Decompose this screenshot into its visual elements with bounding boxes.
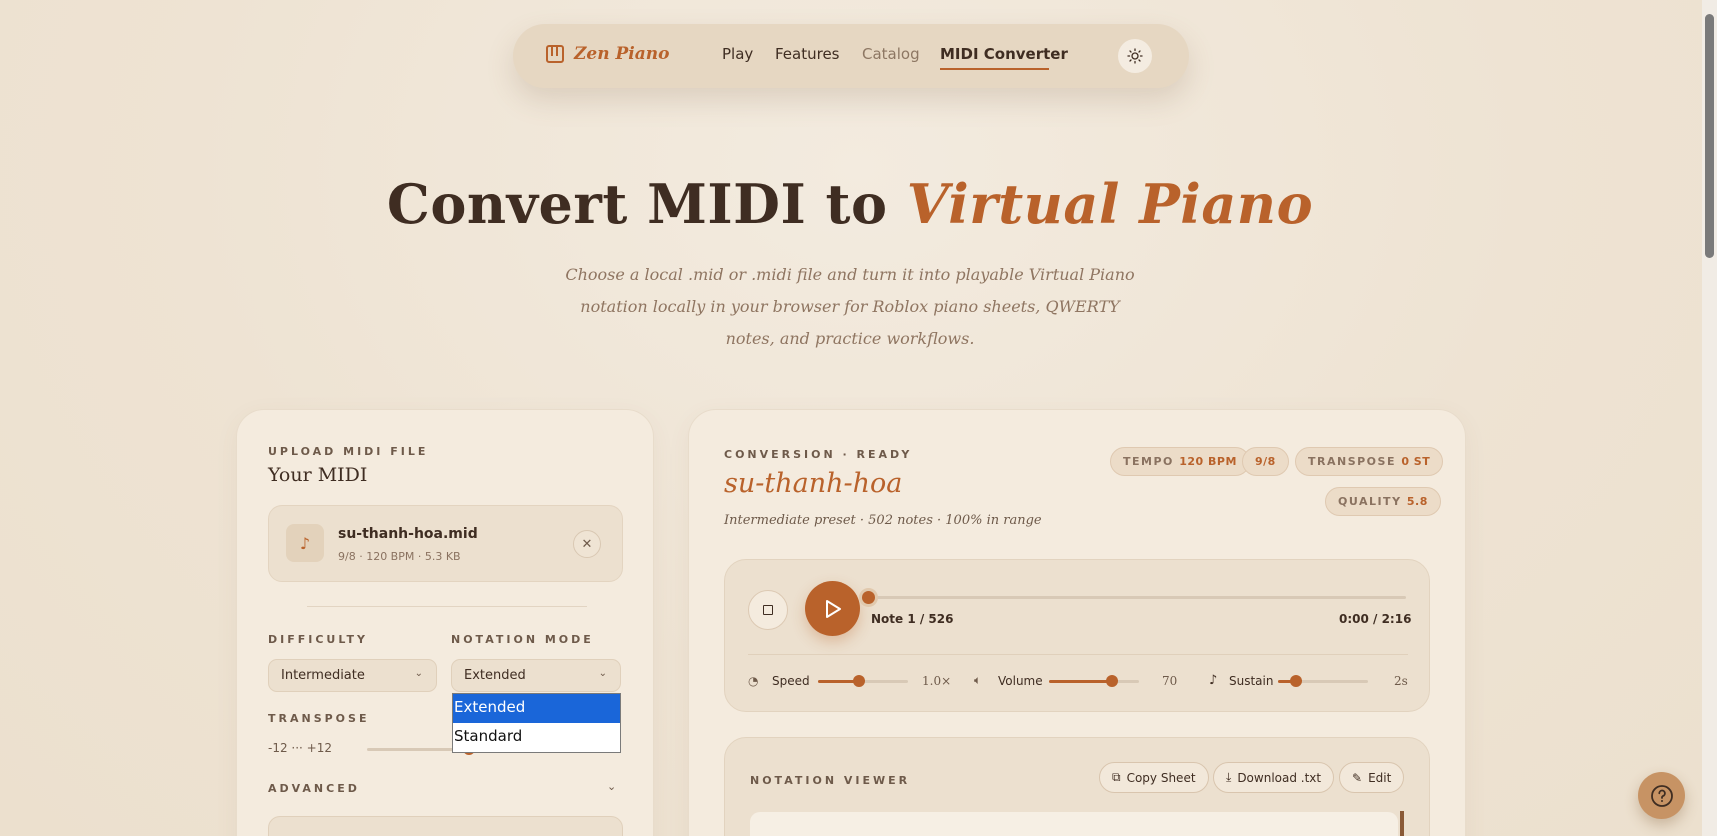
transpose-badge: TRANSPOSE 0 ST (1295, 447, 1444, 476)
sustain-label: Sustain (1229, 674, 1274, 688)
tempo-badge: TEMPO 120 BPM (1110, 447, 1250, 476)
option-extended[interactable]: Extended (453, 694, 620, 723)
nav-link-catalog[interactable]: Catalog (862, 45, 920, 63)
sustain-slider-knob[interactable] (1290, 675, 1302, 687)
quality-badge: QUALITY 5.8 (1325, 487, 1441, 516)
progress-knob[interactable] (862, 591, 875, 604)
copy-sheet-label: Copy Sheet (1126, 770, 1196, 785)
transpose-range: -12 ··· +12 (268, 741, 332, 755)
volume-slider-fill (1049, 680, 1112, 683)
notation-viewer: NOTATION VIEWER ⧉ Copy Sheet ⤓ Download … (724, 737, 1430, 836)
file-name: su-thanh-hoa.mid (338, 526, 478, 542)
notation-viewer-eyebrow: NOTATION VIEWER (750, 774, 911, 787)
difficulty-select[interactable]: Intermediate ⌄ (268, 659, 437, 692)
volume-slider-knob[interactable] (1106, 675, 1118, 687)
close-icon: ✕ (581, 536, 593, 552)
volume-value: 70 (1162, 674, 1178, 688)
transpose-label: TRANSPOSE (268, 712, 370, 725)
conversion-eyebrow: CONVERSION · READY (724, 448, 913, 461)
volume-icon: 🔈︎ (974, 673, 982, 687)
chevron-down-icon[interactable]: ⌄ (607, 780, 616, 793)
sun-icon (1127, 48, 1143, 64)
page-subtitle: Choose a local .mid or .midi file and tu… (565, 265, 1135, 348)
difficulty-value: Intermediate (281, 668, 365, 683)
transpose-badge-value: 0 ST (1401, 455, 1431, 468)
stop-button[interactable] (748, 590, 788, 630)
chevron-down-icon: ⌄ (414, 668, 423, 679)
option-standard[interactable]: Standard (453, 723, 620, 752)
active-nav-underline (940, 68, 1049, 70)
upload-card: UPLOAD MIDI FILE Your MIDI ♪ su-thanh-ho… (236, 409, 654, 836)
speed-label: Speed (772, 674, 810, 688)
chevron-down-icon: ⌄ (598, 668, 607, 679)
notation-mode-select[interactable]: Extended ⌄ (451, 659, 621, 692)
advanced-panel (268, 816, 623, 836)
music-note-icon: ♪ (286, 524, 324, 562)
divider (307, 606, 587, 607)
nav-link-midi-converter[interactable]: MIDI Converter (940, 45, 1068, 63)
difficulty-label: DIFFICULTY (268, 633, 369, 646)
tempo-label: TEMPO (1123, 455, 1174, 468)
title-main: Convert MIDI to (386, 172, 907, 236)
stop-icon (763, 605, 773, 615)
note-counter: Note 1 / 526 (871, 612, 954, 626)
speedometer-icon: ◔ (748, 674, 759, 688)
nav-link-play[interactable]: Play (722, 45, 753, 63)
copy-icon: ⧉ (1112, 770, 1121, 784)
sheet-scrollbar[interactable] (1400, 811, 1404, 836)
brand-name: Zen Piano (574, 44, 670, 64)
edit-button[interactable]: ✎ Edit (1339, 762, 1405, 793)
theme-toggle-button[interactable] (1118, 39, 1152, 73)
notation-sheet (750, 812, 1398, 836)
player-divider (748, 654, 1408, 655)
title-accent: Virtual Piano (906, 172, 1314, 236)
play-button[interactable] (805, 581, 860, 636)
song-title: su-thanh-hoa (724, 468, 903, 499)
speed-value: 1.0× (922, 674, 952, 688)
download-button[interactable]: ⤓ Download .txt (1213, 762, 1335, 793)
upload-heading: Your MIDI (268, 464, 368, 486)
time-signature-badge: 9/8 (1242, 447, 1289, 476)
tempo-value: 120 BPM (1179, 455, 1237, 468)
notation-mode-options: Extended Standard (452, 693, 621, 753)
music-note-icon: ♪ (1209, 673, 1218, 688)
notation-mode-label: NOTATION MODE (451, 633, 594, 646)
page-title: Convert MIDI to Virtual Piano (0, 172, 1700, 236)
play-icon (825, 599, 841, 618)
advanced-label[interactable]: ADVANCED (268, 782, 360, 795)
sustain-value: 2s (1394, 674, 1408, 688)
time-readout: 0:00 / 2:16 (1339, 612, 1412, 626)
help-button[interactable] (1638, 772, 1685, 819)
transpose-badge-label: TRANSPOSE (1308, 455, 1396, 468)
notation-mode-value: Extended (464, 668, 526, 683)
brand-logo[interactable]: Zen Piano (546, 44, 669, 64)
selected-file: ♪ su-thanh-hoa.mid 9/8 · 120 BPM · 5.3 K… (268, 505, 623, 582)
song-meta: Intermediate preset · 502 notes · 100% i… (724, 513, 1042, 528)
time-signature-value: 9/8 (1255, 455, 1276, 468)
speed-slider-knob[interactable] (853, 675, 865, 687)
piano-icon (546, 45, 564, 63)
file-meta: 9/8 · 120 BPM · 5.3 KB (338, 550, 461, 563)
copy-sheet-button[interactable]: ⧉ Copy Sheet (1099, 762, 1209, 793)
top-nav: Zen Piano Play Features Catalog MIDI Con… (513, 24, 1189, 88)
progress-track[interactable] (868, 596, 1406, 599)
page-scrollbar-thumb[interactable] (1705, 14, 1714, 258)
quality-label: QUALITY (1338, 495, 1402, 508)
download-icon: ⤓ (1226, 770, 1232, 784)
quality-value: 5.8 (1406, 495, 1428, 508)
remove-file-button[interactable]: ✕ (573, 530, 601, 558)
download-label: Download .txt (1237, 770, 1322, 785)
upload-eyebrow: UPLOAD MIDI FILE (268, 445, 429, 458)
volume-label: Volume (998, 674, 1043, 688)
player-panel: Note 1 / 526 0:00 / 2:16 ◔ Speed 1.0× 🔈︎… (724, 559, 1430, 712)
nav-link-features[interactable]: Features (775, 45, 840, 63)
question-icon (1650, 784, 1673, 807)
pencil-icon: ✎ (1352, 770, 1363, 785)
edit-label: Edit (1368, 770, 1392, 785)
conversion-card: CONVERSION · READY su-thanh-hoa Intermed… (688, 409, 1466, 836)
